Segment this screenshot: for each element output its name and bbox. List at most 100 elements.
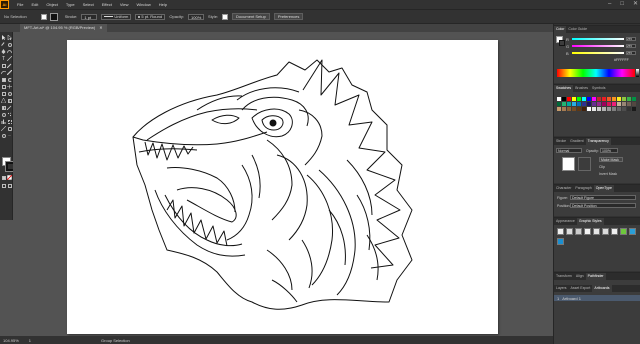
tab-symbols[interactable]: Symbols [590, 85, 607, 92]
direct-selection-tool-icon[interactable] [7, 35, 12, 40]
opacity-panel-field[interactable]: 100% [600, 148, 618, 153]
graphic-style-6[interactable] [611, 228, 618, 235]
graphic-style-4[interactable] [593, 228, 600, 235]
green-slider[interactable] [572, 45, 624, 47]
artboard-navigator[interactable]: 1 [29, 338, 31, 343]
tab-paragraph[interactable]: Paragraph [573, 185, 593, 192]
swatch-chip[interactable] [602, 107, 606, 111]
graphic-style-default[interactable] [557, 228, 564, 235]
tab-swatches[interactable]: Swatches [554, 85, 574, 92]
swatch-chip[interactable] [622, 97, 626, 101]
swatch-chip[interactable] [592, 102, 596, 106]
pencil-tool-icon[interactable] [7, 70, 12, 75]
graphic-style-3[interactable] [584, 228, 591, 235]
column-graph-tool-icon[interactable] [1, 119, 6, 124]
swatch-chip[interactable] [562, 97, 566, 101]
canvas-area[interactable] [13, 32, 553, 336]
swatch-chip[interactable] [607, 107, 611, 111]
swatch-chip[interactable] [567, 97, 571, 101]
tab-pathfinder[interactable]: Pathfinder [585, 273, 606, 280]
tab-brushes[interactable]: Brushes [573, 85, 590, 92]
swatch-chip[interactable] [612, 97, 616, 101]
swatch-chip[interactable] [622, 107, 626, 111]
minimize-button[interactable]: – [608, 0, 611, 9]
menu-type[interactable]: Type [66, 2, 75, 7]
swatch-chip[interactable] [572, 97, 576, 101]
swatch-chip[interactable] [632, 97, 636, 101]
menu-help[interactable]: Help [159, 2, 167, 7]
swatch-chip[interactable] [582, 107, 586, 111]
line-segment-tool-icon[interactable] [7, 56, 12, 61]
clip-checkbox[interactable]: Clip [599, 165, 605, 169]
color-mode-icon[interactable] [1, 175, 6, 180]
free-transform-tool-icon[interactable] [1, 91, 6, 96]
swatch-chip[interactable] [582, 102, 586, 106]
artboard-list-item[interactable]: 1 Artboard 1 [554, 295, 640, 301]
symbol-sprayer-tool-icon[interactable] [7, 112, 12, 117]
blend-tool-icon[interactable] [1, 112, 6, 117]
blue-slider[interactable] [572, 52, 624, 54]
tab-character[interactable]: Character [554, 185, 573, 192]
swatch-chip[interactable] [592, 107, 596, 111]
tab-layers[interactable]: Layers [554, 285, 569, 292]
fill-swatch[interactable] [40, 13, 47, 20]
swatch-chip[interactable] [597, 102, 601, 106]
swatch-chip[interactable] [612, 107, 616, 111]
swatch-chip[interactable] [602, 102, 606, 106]
swatch-chip[interactable] [557, 102, 561, 106]
stroke-swatch[interactable] [49, 12, 58, 21]
tab-transform[interactable]: Transform [554, 273, 574, 280]
swatch-chip[interactable] [577, 102, 581, 106]
red-value[interactable]: 255 [626, 37, 636, 41]
draw-mode-icon[interactable] [1, 183, 6, 188]
blue-value[interactable]: 255 [626, 51, 636, 55]
red-slider[interactable] [572, 38, 624, 40]
tab-transparency[interactable]: Transparency [585, 138, 611, 145]
swatch-chip[interactable] [622, 102, 626, 106]
swatch-chip[interactable] [567, 107, 571, 111]
rectangle-tool-icon[interactable] [1, 63, 6, 68]
eyedropper-tool-icon[interactable] [7, 105, 12, 110]
curvature-tool-icon[interactable] [7, 49, 12, 54]
paintbrush-tool-icon[interactable] [7, 63, 12, 68]
edit-toolbar-icon[interactable]: ··· [7, 133, 12, 138]
close-tab-icon[interactable]: ✕ [99, 24, 102, 32]
maximize-button[interactable]: □ [620, 0, 624, 9]
tab-stroke[interactable]: Stroke [554, 138, 568, 145]
black-white-ramp[interactable] [636, 69, 639, 77]
swatch-chip[interactable] [572, 102, 576, 106]
scale-tool-icon[interactable] [1, 84, 6, 89]
graphic-style-8[interactable] [629, 228, 636, 235]
color-stroke-swatch[interactable] [559, 40, 565, 46]
swatch-chip[interactable] [602, 97, 606, 101]
make-mask-button[interactable]: Make Mask [599, 157, 623, 162]
swatch-chip[interactable] [632, 102, 636, 106]
swatch-chip[interactable] [562, 102, 566, 106]
position-select[interactable]: Default Position [570, 203, 636, 208]
swatch-chip[interactable] [597, 97, 601, 101]
menu-view[interactable]: View [120, 2, 129, 7]
tab-color-guide[interactable]: Color Guide [566, 26, 589, 33]
artboard[interactable] [67, 40, 498, 334]
blend-mode-select[interactable]: Normal [556, 148, 582, 153]
swatch-chip[interactable] [557, 107, 561, 111]
artboard-tool-icon[interactable] [7, 119, 12, 124]
zoom-tool-icon[interactable] [1, 133, 6, 138]
swatch-chip[interactable] [567, 102, 571, 106]
rotate-tool-icon[interactable] [7, 77, 12, 82]
stroke-weight-field[interactable]: 1 pt [81, 13, 98, 20]
type-tool-icon[interactable]: T [1, 56, 6, 61]
graphic-style-5[interactable] [602, 228, 609, 235]
swatch-chip[interactable] [612, 102, 616, 106]
tab-gradient[interactable]: Gradient [568, 138, 585, 145]
graphic-style-1[interactable] [566, 228, 573, 235]
perspective-grid-tool-icon[interactable] [1, 98, 6, 103]
swatch-chip[interactable] [627, 102, 631, 106]
graphic-style-2[interactable] [575, 228, 582, 235]
shaper-tool-icon[interactable] [1, 70, 6, 75]
menu-window[interactable]: Window [136, 2, 150, 7]
invert-mask-checkbox[interactable]: Invert Mask [599, 172, 617, 176]
hex-value[interactable]: #FFFFFF [614, 58, 629, 62]
zoom-level[interactable]: 104.95% [3, 338, 19, 343]
menu-edit[interactable]: Edit [31, 2, 38, 7]
